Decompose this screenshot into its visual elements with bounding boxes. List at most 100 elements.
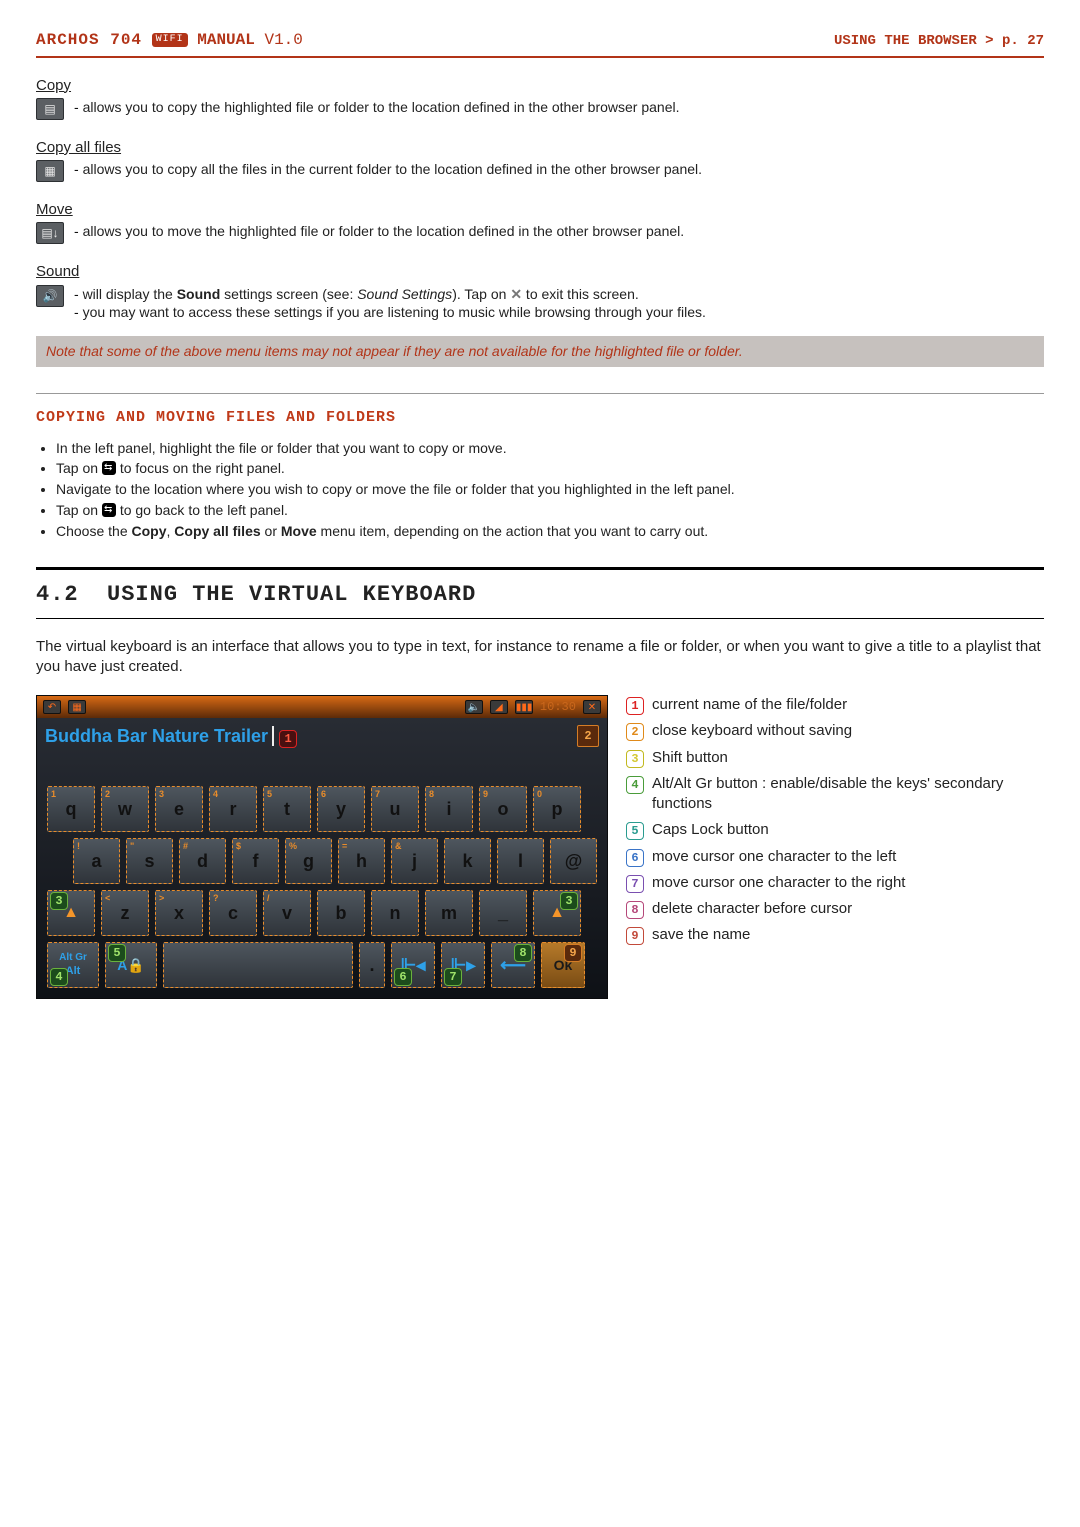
chevron-icon: > <box>985 33 993 49</box>
version-label: V1.0 <box>264 31 302 49</box>
home-icon[interactable]: ▦ <box>68 700 86 714</box>
key-space[interactable] <box>163 942 353 988</box>
key-dot[interactable]: . <box>359 942 385 988</box>
key-v[interactable]: v <box>263 890 311 936</box>
page-number: p. 27 <box>1002 33 1044 49</box>
close-x-icon: ✕ <box>510 286 522 302</box>
legend-item-1: 1current name of the file/folder <box>626 695 1044 715</box>
instruction-1: In the left panel, highlight the file or… <box>56 439 1044 458</box>
key-p[interactable]: p <box>533 786 581 832</box>
key-backspace[interactable]: 8 ⟵ <box>491 942 535 988</box>
key-r[interactable]: r <box>209 786 257 832</box>
section-name: USING THE BROWSER <box>834 33 977 49</box>
key-row-4: Alt Gr Alt 4 5 A🔒 . 6 ⊩◂ 7 ⊩▸ <box>47 942 597 988</box>
key-b[interactable]: b <box>317 890 365 936</box>
key-d[interactable]: d <box>179 838 226 884</box>
key-h[interactable]: h <box>338 838 385 884</box>
legend-mark-8: 8 <box>514 944 532 962</box>
doc-header-left: ARCHOS 704 WIFI MANUAL V1.0 <box>36 30 303 52</box>
back-icon[interactable]: ↶ <box>43 700 61 714</box>
instruction-5: Choose the Copy, Copy all files or Move … <box>56 522 1044 541</box>
chapter-rule-bottom <box>36 618 1044 619</box>
copy-all-title: Copy all files <box>36 138 1044 158</box>
key-t[interactable]: t <box>263 786 311 832</box>
section-divider <box>36 393 1044 394</box>
key-f[interactable]: f <box>232 838 279 884</box>
instruction-4: Tap on to go back to the left panel. <box>56 501 1044 520</box>
legend-mark-2[interactable]: 2 <box>577 725 599 747</box>
legend-item-6: 6move cursor one character to the left <box>626 847 1044 867</box>
key-shift-right[interactable]: 3 ▲ <box>533 890 581 936</box>
key-g[interactable]: g <box>285 838 332 884</box>
definition-copy-all: Copy all files ▦ allows you to copy all … <box>36 138 1044 182</box>
key-row-2: a s d f g h j k l @ <box>73 838 597 884</box>
filename-row: Buddha Bar Nature Trailer 1 2 <box>37 718 607 754</box>
instruction-3: Navigate to the location where you wish … <box>56 480 1044 499</box>
keyboard-legend: 1current name of the file/folder 2close … <box>626 695 1044 946</box>
move-text-list: allows you to move the highlighted file … <box>74 222 1044 241</box>
copy-text-list: allows you to copy the highlighted file … <box>74 98 1044 117</box>
legend-mark-7: 7 <box>444 968 462 986</box>
legend-mark-9: 9 <box>564 944 582 962</box>
definition-copy: Copy ▤ allows you to copy the highlighte… <box>36 76 1044 120</box>
key-a[interactable]: a <box>73 838 120 884</box>
instructions-list: In the left panel, highlight the file or… <box>36 439 1044 541</box>
key-z[interactable]: z <box>101 890 149 936</box>
note-box: Note that some of the above menu items m… <box>36 336 1044 367</box>
key-m[interactable]: m <box>425 890 473 936</box>
legend-mark-3b: 3 <box>560 892 578 910</box>
legend-mark-3: 3 <box>50 892 68 910</box>
key-row-3: 3 ▲ z x c v b n m _ 3 ▲ <box>47 890 597 936</box>
legend-item-8: 8delete character before cursor <box>626 899 1044 919</box>
key-j[interactable]: j <box>391 838 438 884</box>
key-capslock[interactable]: 5 A🔒 <box>105 942 157 988</box>
chapter-lead-paragraph: The virtual keyboard is an interface tha… <box>36 637 1044 678</box>
legend-mark-5: 5 <box>108 944 126 962</box>
document-header: ARCHOS 704 WIFI MANUAL V1.0 USING THE BR… <box>36 30 1044 58</box>
key-cursor-left[interactable]: 6 ⊩◂ <box>391 942 435 988</box>
key-x[interactable]: x <box>155 890 203 936</box>
copy-all-icon: ▦ <box>36 160 64 182</box>
speaker-status-icon: 🔈 <box>465 700 483 714</box>
key-w[interactable]: w <box>101 786 149 832</box>
key-shift-left[interactable]: 3 ▲ <box>47 890 95 936</box>
legend-item-4: 4Alt/Alt Gr button : enable/disable the … <box>626 774 1044 815</box>
key-y[interactable]: y <box>317 786 365 832</box>
key-cursor-right[interactable]: 7 ⊩▸ <box>441 942 485 988</box>
key-c[interactable]: c <box>209 890 257 936</box>
key-q[interactable]: q <box>47 786 95 832</box>
definition-move: Move ▤↓ allows you to move the highlight… <box>36 200 1044 244</box>
key-altgr[interactable]: Alt Gr Alt 4 <box>47 942 99 988</box>
key-ok[interactable]: 9 Ok <box>541 942 585 988</box>
copy-text: allows you to copy the highlighted file … <box>74 98 1044 117</box>
swap-icon <box>102 461 116 475</box>
key-e[interactable]: e <box>155 786 203 832</box>
close-status-icon[interactable]: ✕ <box>583 700 601 714</box>
battery-status-icon: ▮▮▮ <box>515 700 533 714</box>
copy-icon: ▤ <box>36 98 64 120</box>
key-l[interactable]: l <box>497 838 544 884</box>
filename-text[interactable]: Buddha Bar Nature Trailer <box>45 726 274 746</box>
key-row-1: q w e r t y u i o p <box>47 786 597 832</box>
key-k[interactable]: k <box>444 838 491 884</box>
key-n[interactable]: n <box>371 890 419 936</box>
chapter-name: USING THE VIRTUAL KEYBOARD <box>107 582 476 607</box>
copy-all-text: allows you to copy all the files in the … <box>74 160 1044 179</box>
key-at[interactable]: @ <box>550 838 597 884</box>
key-s[interactable]: s <box>126 838 173 884</box>
key-i[interactable]: i <box>425 786 473 832</box>
legend-item-7: 7move cursor one character to the right <box>626 873 1044 893</box>
legend-mark-6: 6 <box>394 968 412 986</box>
move-text: allows you to move the highlighted file … <box>74 222 1044 241</box>
move-title: Move <box>36 200 1044 220</box>
copy-all-text-list: allows you to copy all the files in the … <box>74 160 1044 179</box>
key-o[interactable]: o <box>479 786 527 832</box>
key-u[interactable]: u <box>371 786 419 832</box>
sound-line1: will display the Sound settings screen (… <box>74 285 1044 304</box>
move-icon: ▤↓ <box>36 222 64 244</box>
key-underscore[interactable]: _ <box>479 890 527 936</box>
swap-icon <box>102 503 116 517</box>
copy-title: Copy <box>36 76 1044 96</box>
legend-item-9: 9save the name <box>626 925 1044 945</box>
legend-mark-4: 4 <box>50 968 68 986</box>
